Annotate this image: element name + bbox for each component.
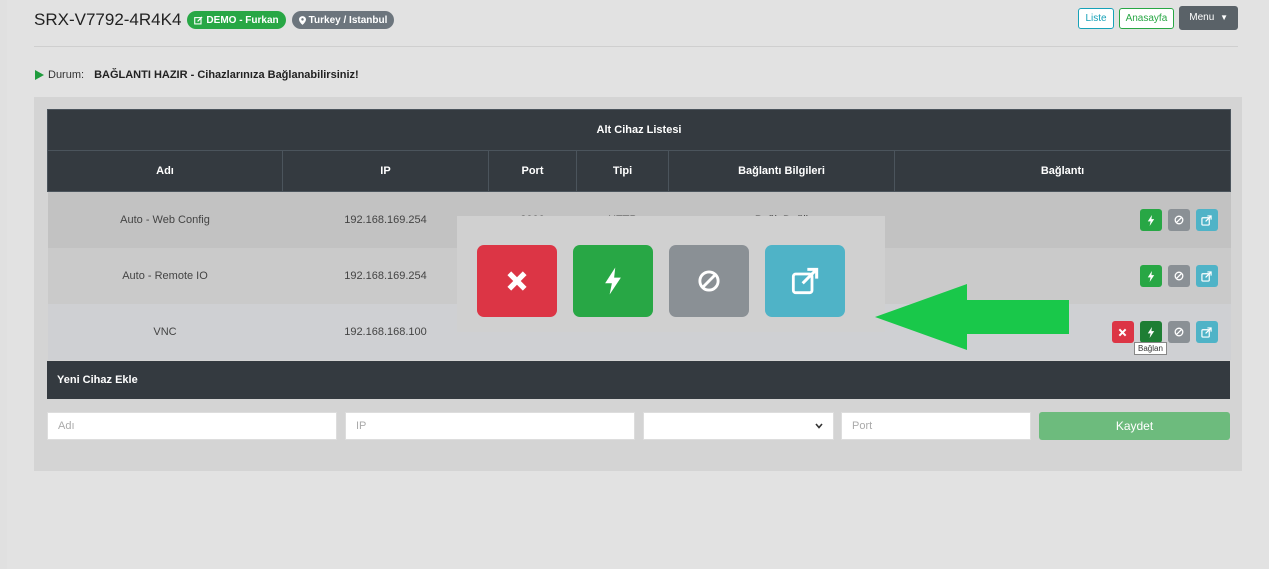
times-icon	[1118, 328, 1127, 336]
bolt-icon	[605, 267, 621, 295]
chevron-down-icon	[815, 423, 823, 429]
type-select[interactable]	[643, 412, 834, 440]
ban-icon	[1174, 215, 1183, 225]
delete-button[interactable]	[1111, 321, 1134, 343]
demo-badge: DEMO - Furkan	[187, 11, 286, 29]
open-link-button[interactable]	[1195, 265, 1218, 287]
location-badge-label: Turkey / Istanbul	[308, 14, 388, 26]
status-label: Durum:	[48, 69, 85, 81]
connect-button[interactable]	[1139, 265, 1162, 287]
new-device-form: Adı IP Port Kaydet	[47, 412, 1230, 440]
actions-cell	[894, 191, 1231, 248]
list-button[interactable]: Liste	[1078, 8, 1114, 29]
external-link-icon	[1201, 214, 1212, 226]
device-title: SRX-V7792-4R4K4 DEMO - Furkan Turkey / I…	[34, 10, 395, 30]
external-link-icon	[791, 267, 819, 295]
big-disconnect-button[interactable]	[669, 245, 749, 317]
top-nav: Liste Anasayfa Menu ▼	[1078, 6, 1238, 30]
status-line: Durum: BAĞLANTI HAZIR - Cihazlarınıza Ba…	[35, 69, 359, 81]
top-bar: SRX-V7792-4R4K4 DEMO - Furkan Turkey / I…	[34, 6, 1238, 47]
open-link-button[interactable]	[1195, 209, 1218, 231]
ip-input[interactable]: IP	[345, 412, 635, 440]
device-name-cell: VNC	[47, 304, 283, 360]
device-id: SRX-V7792-4R4K4	[34, 10, 182, 29]
zoomed-action-buttons	[457, 216, 885, 332]
ban-icon	[1174, 327, 1183, 337]
big-connect-button[interactable]	[573, 245, 653, 317]
ban-icon	[1174, 271, 1183, 281]
ban-icon	[698, 270, 720, 292]
status-message: BAĞLANTI HAZIR - Cihazlarınıza Bağlanabi…	[94, 69, 359, 81]
home-button[interactable]: Anasayfa	[1118, 8, 1175, 29]
left-arrow-icon	[875, 284, 1069, 350]
menu-dropdown-button[interactable]: Menu ▼	[1179, 6, 1238, 30]
map-marker-icon	[298, 15, 306, 25]
device-name-cell: Auto - Remote IO	[47, 248, 283, 304]
play-icon	[35, 70, 44, 80]
device-name-cell: Auto - Web Config	[47, 191, 283, 248]
menu-label: Menu	[1189, 12, 1215, 23]
column-header: Bağlantı Bilgileri	[668, 150, 895, 192]
column-header: Adı	[47, 150, 283, 192]
column-header: IP	[282, 150, 489, 192]
column-header: Bağlantı	[893, 150, 1232, 192]
external-link-icon	[1201, 326, 1212, 338]
edit-icon	[194, 15, 203, 24]
port-input[interactable]: Port	[841, 412, 1031, 440]
big-delete-button[interactable]	[477, 245, 557, 317]
external-link-icon	[1201, 270, 1212, 282]
disconnect-button[interactable]	[1167, 321, 1190, 343]
save-button[interactable]: Kaydet	[1039, 412, 1230, 440]
page: SRX-V7792-4R4K4 DEMO - Furkan Turkey / I…	[7, 0, 1269, 569]
name-input[interactable]: Adı	[47, 412, 337, 440]
location-badge: Turkey / Istanbul	[291, 11, 395, 29]
column-header: Tipi	[576, 150, 669, 192]
table-title: Alt Cihaz Listesi	[46, 109, 1232, 151]
column-header: Port	[488, 150, 577, 192]
new-device-header: Yeni Cihaz Ekle	[47, 361, 1230, 399]
demo-badge-label: DEMO - Furkan	[206, 14, 279, 26]
disconnect-button[interactable]	[1167, 209, 1190, 231]
bolt-icon	[1147, 326, 1154, 338]
connect-button[interactable]	[1139, 321, 1162, 343]
connect-tooltip: Bağlan	[1134, 342, 1167, 355]
bolt-icon	[1147, 270, 1154, 282]
big-open-link-button[interactable]	[765, 245, 845, 317]
disconnect-button[interactable]	[1167, 265, 1190, 287]
bolt-icon	[1147, 214, 1154, 226]
times-icon	[507, 271, 527, 291]
connect-button[interactable]	[1139, 209, 1162, 231]
open-link-button[interactable]	[1195, 321, 1218, 343]
caret-down-icon: ▼	[1220, 13, 1228, 22]
